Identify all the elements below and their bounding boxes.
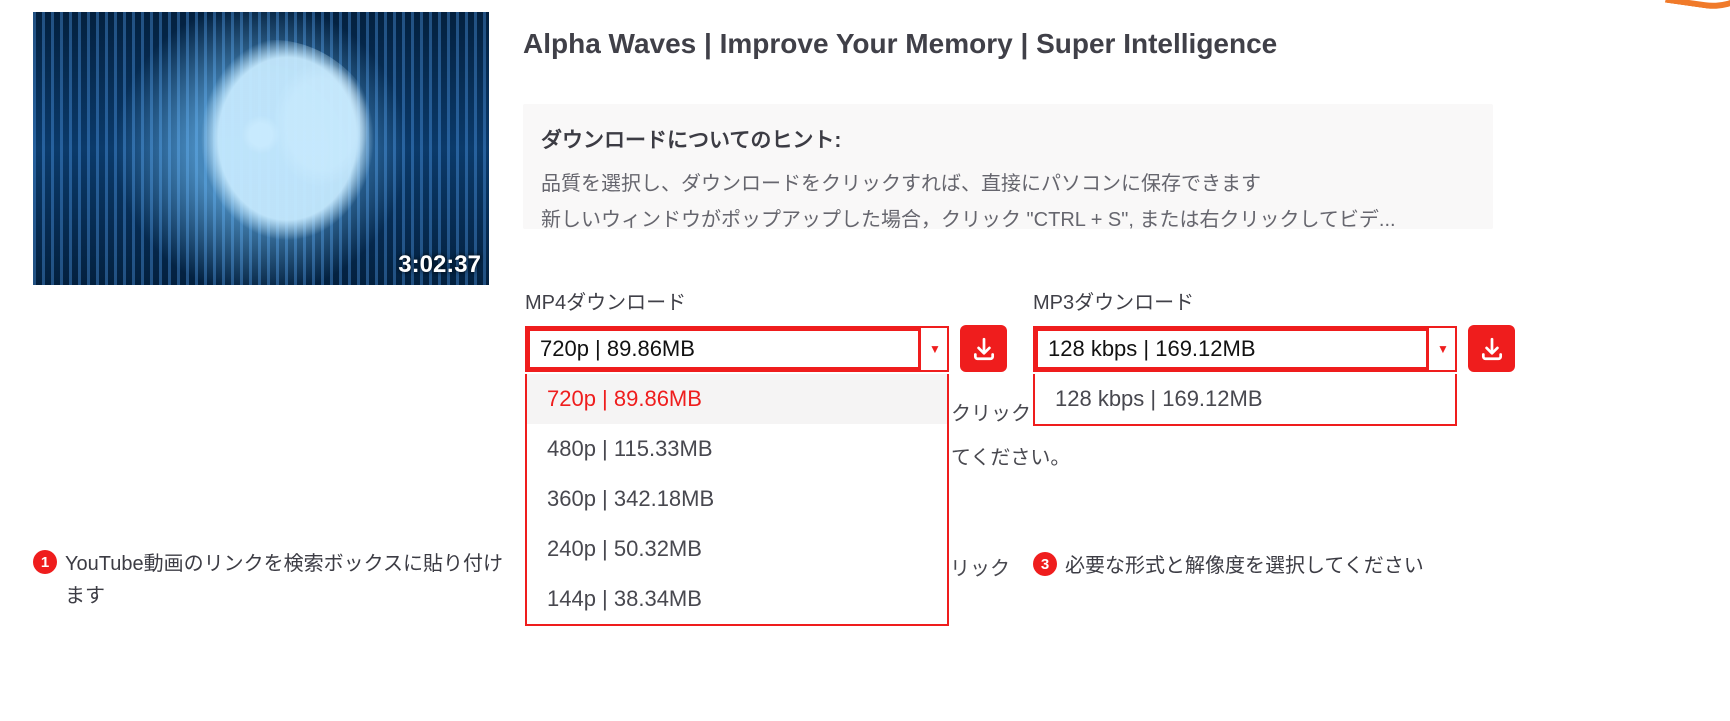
mp3-dropdown-list: 128 kbps | 169.12MB [1033,374,1457,426]
mp3-selected-value: 128 kbps | 169.12MB [1035,328,1429,370]
step-1-text: YouTube動画のリンクを検索ボックスに貼り付けます [65,548,513,612]
step-1-badge: 1 [33,550,57,574]
obscured-text-b: てください。 [951,441,1070,470]
mp3-option-128kbps[interactable]: 128 kbps | 169.12MB [1035,374,1455,424]
mp4-quality-select[interactable]: 720p | 89.86MB ▼ [525,326,949,372]
step-1: 1 YouTube動画のリンクを検索ボックスに貼り付けます [33,548,513,612]
chevron-down-icon[interactable]: ▼ [1431,328,1455,370]
mp4-download-label: MP4ダウンロード [525,286,686,315]
mp4-option-360p[interactable]: 360p | 342.18MB [527,474,947,524]
video-thumbnail[interactable]: 3:02:37 [33,12,489,285]
decorative-arc [1665,0,1730,17]
mp4-option-480p[interactable]: 480p | 115.33MB [527,424,947,474]
mp3-quality-select[interactable]: 128 kbps | 169.12MB ▼ [1033,326,1457,372]
video-duration: 3:02:37 [398,251,481,279]
mp4-download-button[interactable] [960,325,1007,372]
download-hint-box: ダウンロードについてのヒント: 品質を選択し、ダウンロードをクリックすれば、直接… [523,104,1493,229]
chevron-down-icon[interactable]: ▼ [923,328,947,370]
step-3-text: 必要な形式と解像度を選択してください [1065,550,1424,582]
hint-line-2: 新しいウィンドウがポップアップした場合，クリック "CTRL + S", または… [541,202,1475,238]
hint-title: ダウンロードについてのヒント: [541,124,1475,154]
mp4-option-720p[interactable]: 720p | 89.86MB [527,374,947,424]
obscured-text-a: クリック [951,397,1031,426]
step-3: 3 必要な形式と解像度を選択してください [1033,550,1424,582]
step-3-badge: 3 [1033,552,1057,576]
download-icon [1479,336,1505,362]
step-2-partial-text: リック [950,552,1010,581]
mp4-selected-value: 720p | 89.86MB [527,328,921,370]
mp3-download-button[interactable] [1468,325,1515,372]
download-icon [971,336,997,362]
mp3-download-label: MP3ダウンロード [1033,286,1194,315]
steps-row: 1 YouTube動画のリンクを検索ボックスに貼り付けます [33,548,1690,612]
video-title: Alpha Waves | Improve Your Memory | Supe… [523,28,1277,60]
hint-line-1: 品質を選択し、ダウンロードをクリックすれば、直接にパソコンに保存できます [541,166,1475,202]
